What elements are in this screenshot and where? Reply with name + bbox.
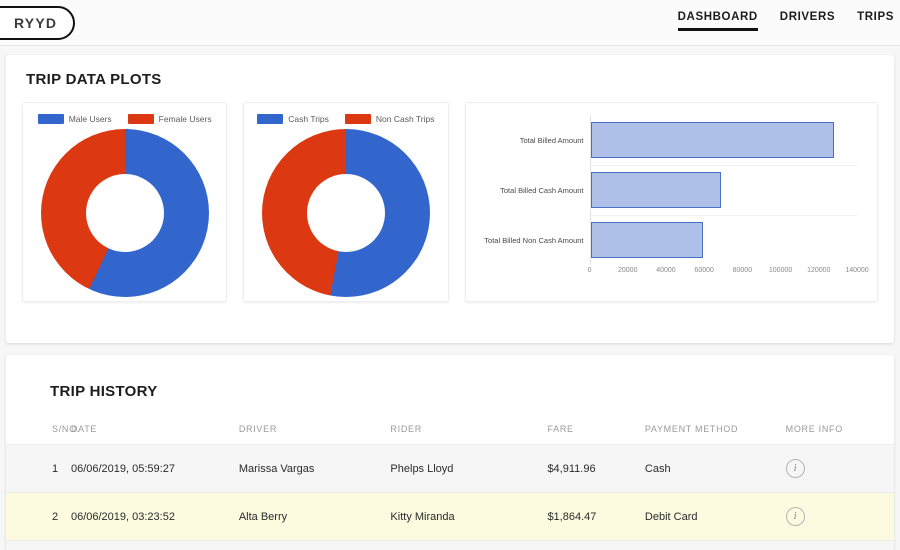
bar-category-label: Total Billed Cash Amount xyxy=(500,185,584,195)
table-row[interactable]: 2 06/06/2019, 03:23:52 Alta Berry Kitty Mir… xyxy=(6,492,894,541)
bar-segment[interactable] xyxy=(590,122,835,158)
cell-driver[interactable]: Hughes Strickland xyxy=(238,540,391,550)
legend-label: Cash Trips xyxy=(288,114,329,124)
cell-rider: Phelps Lloyd xyxy=(390,444,548,493)
x-axis-tick-label: 60000 xyxy=(694,267,714,274)
bar-segment[interactable] xyxy=(590,172,721,208)
legend-item: Cash Trips xyxy=(257,114,329,124)
app-logo[interactable]: RYYD xyxy=(0,5,76,40)
bar-row xyxy=(590,165,857,215)
cell-fare: $4,911.96 xyxy=(547,444,645,493)
grid-line xyxy=(590,165,857,166)
bar-row xyxy=(590,115,857,165)
cell-date: 30/05/2019, 08:53:48 xyxy=(70,540,239,550)
billed-amounts-bar-chart: Total Billed Amount Total Billed Cash Amo… xyxy=(470,111,873,291)
column-header-more-info: MORE INFO xyxy=(785,424,894,445)
cash-trips-donut-graphic[interactable] xyxy=(261,129,430,297)
legend-item: Non Cash Trips xyxy=(344,114,435,124)
bar-segment[interactable] xyxy=(590,222,703,258)
info-icon[interactable]: i xyxy=(785,507,805,526)
chart-billed-amounts-bar: Total Billed Amount Total Billed Cash Amo… xyxy=(464,102,878,302)
cell-fare: $1,864.47 xyxy=(547,492,645,541)
legend-item: Female Users xyxy=(127,114,212,124)
cell-payment: Cash xyxy=(644,444,786,493)
top-header-bar: RYYD DASHBOARD DRIVERS TRIPS xyxy=(0,0,900,46)
gender-donut-wrap xyxy=(27,129,222,297)
cell-rider: Villarreal Good xyxy=(390,540,548,550)
cell-more-info: i xyxy=(785,540,894,550)
cell-sno: 3 xyxy=(6,540,71,550)
legend-swatch-icon xyxy=(257,114,284,124)
x-axis-tick-label: 140000 xyxy=(845,267,869,274)
x-axis-tick-label: 100000 xyxy=(768,267,793,274)
cell-sno: 1 xyxy=(6,444,71,493)
legend-swatch-icon xyxy=(344,114,371,124)
trip-history-table-body: 1 06/06/2019, 05:59:27 Marissa Vargas Phelp… xyxy=(6,444,894,550)
cell-payment: Debit Card xyxy=(644,540,786,550)
bar-chart-plot-area xyxy=(589,115,857,265)
legend-label: Non Cash Trips xyxy=(375,114,435,124)
bar-category-label: Total Billed Non Cash Amount xyxy=(484,235,584,245)
column-header-rider: RIDER xyxy=(390,424,548,445)
trip-history-table: S/NO. DATE DRIVER RIDER FARE PAYMENT METHOD MO… xyxy=(6,424,894,550)
cash-trips-donut-legend: Cash Trips Non Cash Trips xyxy=(248,111,443,127)
trip-data-plots-card: TRIP DATA PLOTS Male Users Female Users C… xyxy=(6,55,894,343)
chart-cash-trips-donut: Cash Trips Non Cash Trips xyxy=(243,102,449,302)
trip-history-card: TRIP HISTORY S/NO. DATE DRIVER RIDER FARE PAY… xyxy=(6,355,894,550)
cell-fare: $2,198.41 xyxy=(547,540,645,550)
cell-date: 06/06/2019, 03:23:52 xyxy=(70,492,239,541)
legend-swatch-icon xyxy=(127,114,154,124)
x-axis-tick-label: 40000 xyxy=(656,267,676,274)
table-row[interactable]: 1 06/06/2019, 05:59:27 Marissa Vargas Phelp… xyxy=(6,444,894,493)
info-icon[interactable]: i xyxy=(785,459,805,478)
cell-more-info: i xyxy=(785,444,894,493)
cell-driver[interactable]: Alta Berry xyxy=(238,492,391,541)
cell-date: 06/06/2019, 05:59:27 xyxy=(70,444,239,493)
x-axis-tick-label: 120000 xyxy=(807,267,831,274)
cell-more-info: i xyxy=(785,492,894,541)
legend-label: Female Users xyxy=(158,114,212,124)
nav-item-dashboard[interactable]: DASHBOARD xyxy=(677,11,758,31)
table-row[interactable]: 330/05/2019, 08:53:48Hughes StricklandVi… xyxy=(6,540,894,550)
x-axis-tick-label: 20000 xyxy=(618,267,638,274)
x-axis-tick-label: 80000 xyxy=(732,267,753,274)
page-title: TRIP DATA PLOTS xyxy=(26,71,162,88)
bar-row xyxy=(590,215,857,265)
trip-history-title: TRIP HISTORY xyxy=(50,383,158,400)
cell-driver[interactable]: Marissa Vargas xyxy=(238,444,391,493)
trip-history-table-head: S/NO. DATE DRIVER RIDER FARE PAYMENT METHOD MO… xyxy=(6,424,894,445)
gender-donut-graphic[interactable] xyxy=(40,129,209,297)
cash-trips-donut-wrap xyxy=(248,129,443,297)
nav-item-trips[interactable]: TRIPS xyxy=(857,11,894,28)
bar-category-label: Total Billed Amount xyxy=(519,135,584,145)
gender-donut-legend: Male Users Female Users xyxy=(27,111,222,127)
legend-swatch-icon xyxy=(37,114,64,124)
bar-chart-x-axis: 0 20000 40000 60000 80000 100000 120000 140000 xyxy=(587,265,869,285)
column-header-date: DATE xyxy=(70,424,239,445)
column-header-payment-method: PAYMENT METHOD xyxy=(644,424,786,445)
column-header-s-no: S/NO. xyxy=(6,424,79,445)
plots-row: Male Users Female Users Cash Trips Non Cas… xyxy=(18,102,882,302)
legend-item: Male Users xyxy=(37,114,112,124)
app-logo-text: RYYD xyxy=(14,14,58,31)
grid-line xyxy=(590,215,857,216)
bar-chart-category-labels: Total Billed Amount Total Billed Cash Amo… xyxy=(470,115,588,265)
table-header-row: S/NO. DATE DRIVER RIDER FARE PAYMENT METHOD MO… xyxy=(6,424,894,445)
cell-payment: Debit Card xyxy=(644,492,786,541)
x-axis-tick-label: 0 xyxy=(587,267,592,274)
nav-item-drivers[interactable]: DRIVERS xyxy=(780,11,835,28)
legend-label: Male Users xyxy=(68,114,112,124)
cell-sno: 2 xyxy=(6,492,71,541)
cell-rider: Kitty Miranda xyxy=(390,492,548,541)
column-header-fare: FARE xyxy=(547,424,645,445)
column-header-driver: DRIVER xyxy=(238,424,391,445)
chart-gender-donut: Male Users Female Users xyxy=(22,102,228,302)
main-navigation: DASHBOARD DRIVERS TRIPS xyxy=(677,0,900,46)
